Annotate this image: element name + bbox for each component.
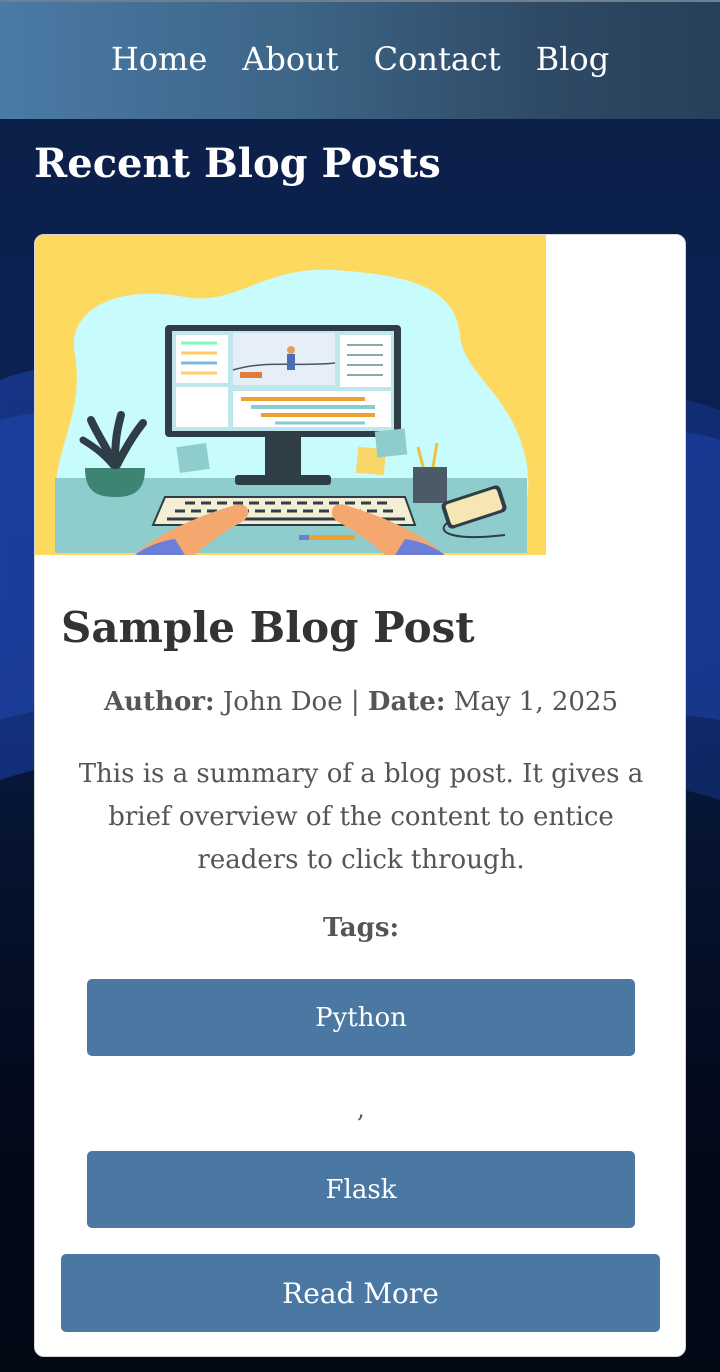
meta-separator: | bbox=[350, 687, 360, 717]
tag-flask-button[interactable]: Flask bbox=[87, 1151, 635, 1228]
computer-desk-illustration-icon bbox=[55, 269, 529, 555]
author-name: John Doe bbox=[222, 687, 343, 717]
date-label: Date: bbox=[367, 687, 446, 717]
post-meta: Author: John Doe | Date: May 1, 2025 bbox=[35, 687, 685, 717]
blog-post-card: Sample Blog Post Author: John Doe | Date… bbox=[34, 234, 686, 1357]
main-navbar: Home About Contact Blog bbox=[0, 0, 720, 119]
tag-separator: , bbox=[357, 1095, 365, 1123]
tags-label: Tags: bbox=[322, 913, 400, 943]
tag-python-button[interactable]: Python bbox=[87, 979, 635, 1056]
nav-link-home[interactable]: Home bbox=[111, 40, 207, 78]
read-more-button[interactable]: Read More bbox=[61, 1254, 660, 1332]
nav-link-about[interactable]: About bbox=[242, 40, 338, 78]
page-title: Recent Blog Posts bbox=[34, 140, 441, 187]
post-date: May 1, 2025 bbox=[453, 687, 619, 717]
post-title: Sample Blog Post bbox=[61, 603, 475, 652]
post-thumbnail bbox=[35, 235, 546, 555]
nav-link-contact[interactable]: Contact bbox=[374, 40, 501, 78]
nav-link-blog[interactable]: Blog bbox=[536, 40, 610, 78]
post-summary: This is a summary of a blog post. It giv… bbox=[78, 759, 644, 875]
author-label: Author: bbox=[103, 687, 215, 717]
